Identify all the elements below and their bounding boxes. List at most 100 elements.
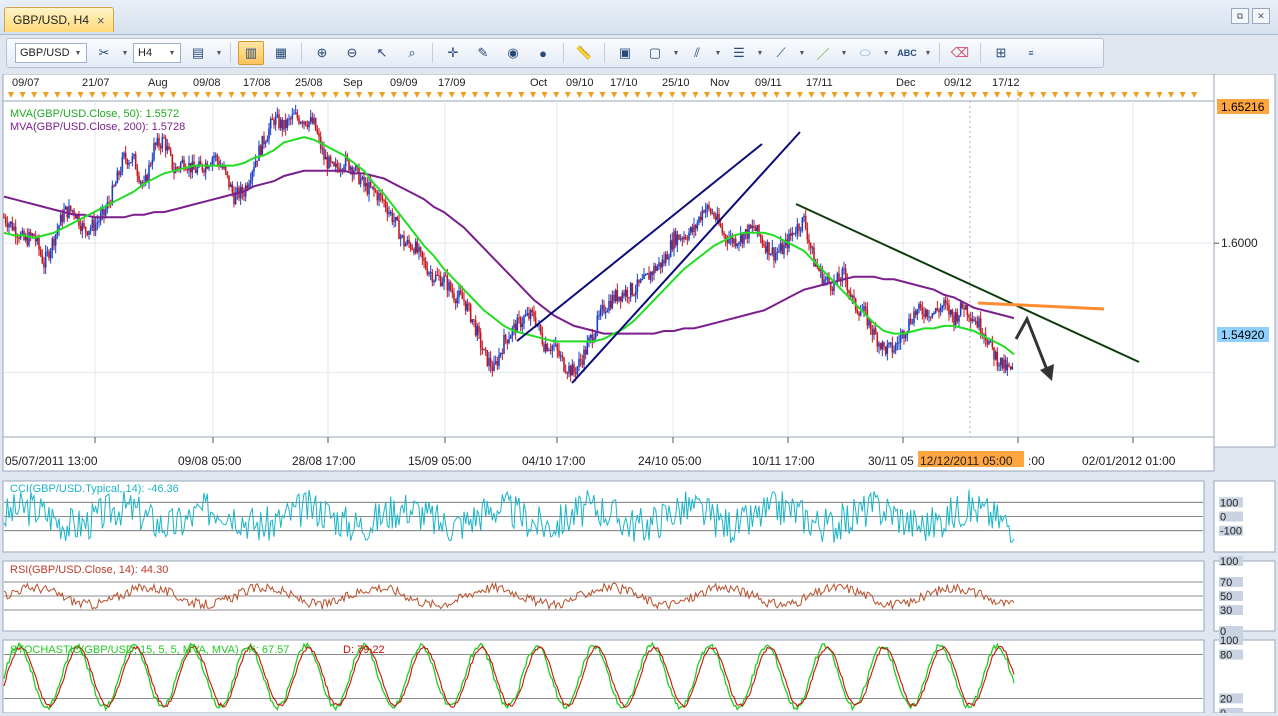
candle-body <box>478 326 480 333</box>
candle-body <box>609 300 612 309</box>
candle-body <box>419 247 422 252</box>
chevron-down-icon[interactable]: ▼ <box>121 50 129 57</box>
chevron-down-icon[interactable]: ▼ <box>714 50 722 57</box>
candle-body <box>136 169 139 176</box>
candle-body <box>283 119 285 130</box>
close-window-icon[interactable]: ✕ <box>1252 8 1270 24</box>
top-axis-label: Sep <box>343 77 363 89</box>
candle-body <box>251 171 254 181</box>
chevron-down-icon[interactable]: ▼ <box>215 50 223 57</box>
candle-body <box>629 283 632 298</box>
globe-icon[interactable]: ● <box>530 41 556 65</box>
candle-body <box>526 313 529 316</box>
chart-type-icon[interactable]: ▤ <box>185 41 211 65</box>
price-badge-last: 1.54920 <box>1221 328 1265 342</box>
candle-body <box>408 239 410 244</box>
bar-chart-icon[interactable]: ▦ <box>268 41 294 65</box>
line-icon[interactable]: ／ <box>810 41 836 65</box>
indicator-axis-label: 0 <box>1220 512 1226 524</box>
candle-body <box>584 349 587 355</box>
chart-area[interactable]: 09/07 21/07 Aug 09/08 17/08 25/08 Sep 09/09 17/0… <box>0 73 1278 716</box>
timeframe-select[interactable]: H4 ▼ <box>133 43 181 63</box>
close-icon[interactable]: × <box>97 13 105 28</box>
chevron-down-icon[interactable]: ▼ <box>882 50 890 57</box>
candlestick-icon[interactable]: ▥ <box>238 41 264 65</box>
fibonacci-icon[interactable]: ⫽ <box>684 41 710 65</box>
pen-note-icon[interactable]: ✎ <box>470 41 496 65</box>
candle-body <box>791 232 794 236</box>
candle-body <box>863 306 865 312</box>
crosshair-icon[interactable]: ✛ <box>440 41 466 65</box>
candle-body <box>314 117 317 131</box>
candle-body <box>243 193 245 197</box>
candle-body <box>831 289 834 291</box>
candle-body <box>598 315 600 317</box>
more-icon[interactable]: ≡ <box>1018 41 1044 65</box>
candle-body <box>331 162 334 164</box>
zoom-in-icon[interactable]: ⊕ <box>309 41 335 65</box>
symbol-select[interactable]: GBP/USD ▼ <box>15 43 87 63</box>
candle-body <box>301 122 304 124</box>
candle-body <box>529 310 532 319</box>
candle-body <box>613 295 615 302</box>
candle-body <box>574 372 577 375</box>
candle-body <box>156 137 159 145</box>
candle-body <box>216 155 219 161</box>
candle-body <box>113 185 115 187</box>
ruler-icon[interactable]: 📏 <box>571 41 597 65</box>
hierarchy-icon[interactable]: ⊞ <box>988 41 1014 65</box>
trendline-icon[interactable]: ⟋ <box>768 41 794 65</box>
candle-body <box>474 320 477 336</box>
candle-body <box>291 114 294 120</box>
candle-body <box>168 146 170 150</box>
tab-gbpusd-h4[interactable]: GBP/USD, H4 × <box>4 7 114 32</box>
candle-body <box>658 262 660 267</box>
y-axis-labels: 1.6000 <box>1214 236 1258 250</box>
candle-body <box>643 274 645 280</box>
candle-body <box>581 360 584 365</box>
candle-body <box>31 233 34 236</box>
cursor-icon[interactable]: ↖ <box>369 41 395 65</box>
eye-icon[interactable]: ◉ <box>500 41 526 65</box>
candle-body <box>754 227 757 231</box>
candle-body <box>518 317 520 319</box>
candle-body <box>688 232 690 240</box>
candle-body <box>811 247 814 249</box>
candle-body <box>483 348 485 351</box>
candle-body <box>936 308 939 311</box>
template-icon[interactable]: ▢ <box>642 41 668 65</box>
zoom-out-icon[interactable]: ⊖ <box>339 41 365 65</box>
magnifier-icon[interactable]: ⌕ <box>399 41 425 65</box>
candle-body <box>668 256 670 260</box>
list-icon[interactable]: ☰ <box>726 41 752 65</box>
chart-svg[interactable]: 09/07 21/07 Aug 09/08 17/08 25/08 Sep 09/09 17/0… <box>0 73 1278 716</box>
candle-body <box>913 311 915 324</box>
chevron-down-icon[interactable]: ▼ <box>756 50 764 57</box>
chevron-down-icon[interactable]: ▼ <box>924 50 932 57</box>
eraser-icon[interactable]: ⌫ <box>947 41 973 65</box>
candle-body <box>446 276 449 291</box>
candle-body <box>963 308 965 310</box>
text-icon[interactable]: ABC <box>894 41 920 65</box>
remove-indicator-icon[interactable]: ✂ <box>91 41 117 65</box>
candle-body <box>163 137 165 139</box>
candle-body <box>98 221 100 223</box>
picture-icon[interactable]: ▣ <box>612 41 638 65</box>
restore-icon[interactable]: ⧉ <box>1231 8 1249 24</box>
chevron-down-icon[interactable]: ▼ <box>672 50 680 57</box>
candle-body <box>138 175 140 182</box>
chevron-down-icon[interactable]: ▼ <box>798 50 806 57</box>
candle-body <box>54 234 57 246</box>
candle-body <box>186 169 189 171</box>
candle-body <box>303 121 305 124</box>
indicator-axis-label: 70 <box>1220 577 1232 589</box>
candle-body <box>91 219 94 228</box>
candle-body <box>81 223 84 231</box>
ellipse-icon[interactable]: ⬭ <box>852 41 878 65</box>
candle-body <box>858 312 860 316</box>
chevron-down-icon[interactable]: ▼ <box>840 50 848 57</box>
candle-body <box>8 223 10 228</box>
candle-body <box>214 155 217 157</box>
candle-body <box>923 314 925 317</box>
candle-body <box>469 304 472 323</box>
